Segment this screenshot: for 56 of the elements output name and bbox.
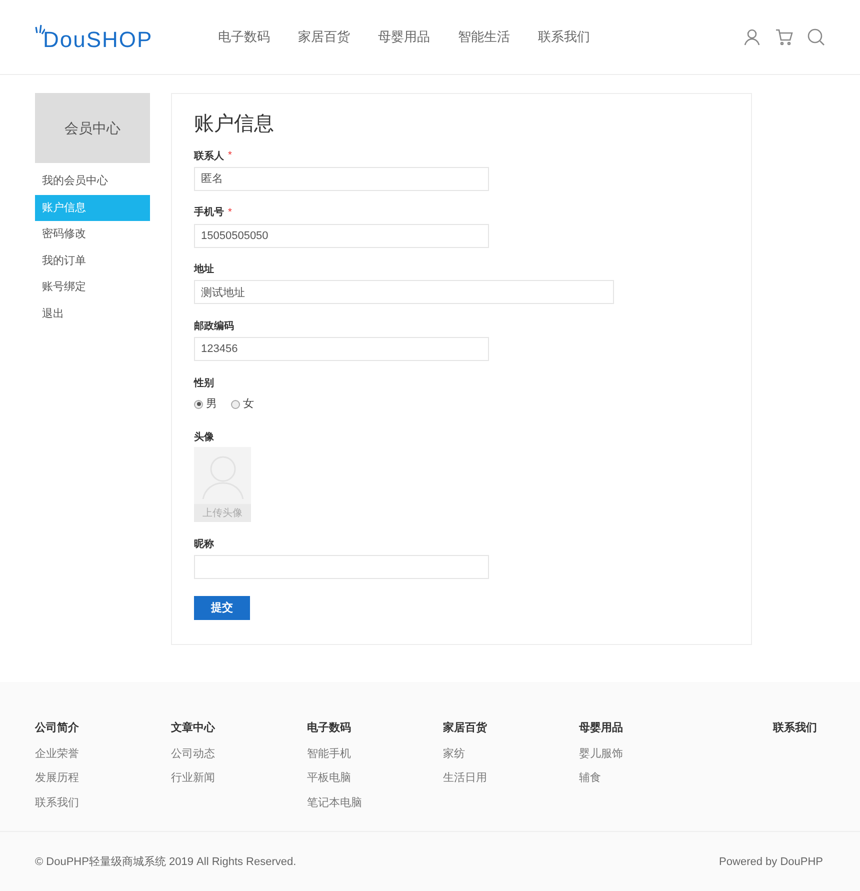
- input-field[interactable]: 测试地址: [194, 280, 614, 304]
- footer-heading: 公司简介: [35, 720, 80, 736]
- field-label: 昵称: [194, 538, 214, 552]
- required-mark: *: [228, 151, 232, 161]
- nav-link[interactable]: 智能生活: [458, 27, 510, 47]
- field-label: 性别: [194, 376, 214, 390]
- field-label: 头像: [194, 430, 214, 444]
- page-title: 账户信息: [194, 112, 275, 137]
- field-label: 联系人: [194, 150, 224, 164]
- nav-link[interactable]: 家居百货: [298, 27, 350, 47]
- footer-link[interactable]: 婴儿服饰: [579, 746, 715, 762]
- nav-link[interactable]: 联系我们: [538, 27, 590, 47]
- footer-heading: 电子数码: [307, 720, 352, 736]
- input-field[interactable]: [194, 555, 489, 579]
- field-label: 手机号: [194, 206, 224, 220]
- footer-link[interactable]: 笔记本电脑: [307, 794, 443, 811]
- cart-icon[interactable]: [775, 28, 793, 46]
- input-field[interactable]: 15050505050: [194, 224, 489, 248]
- footer-link[interactable]: 辅食: [579, 770, 715, 786]
- footer-heading: 家居百货: [443, 720, 488, 736]
- sidebar-item[interactable]: 我的订单: [35, 248, 150, 274]
- footer-link[interactable]: 公司动态: [171, 746, 307, 762]
- search-icon[interactable]: [807, 28, 825, 46]
- user-icon[interactable]: [743, 28, 761, 46]
- radio-option[interactable]: 男: [194, 396, 217, 412]
- footer-heading: 联系我们: [773, 720, 817, 736]
- radio-option[interactable]: 女: [231, 396, 254, 412]
- logo-icon: [35, 23, 45, 35]
- footer-heading: 母婴用品: [579, 721, 624, 736]
- logo[interactable]: DouSHOP: [43, 29, 153, 51]
- powered-by-text: Powered by DouPHP: [719, 855, 823, 870]
- input-field[interactable]: 匿名: [194, 166, 489, 190]
- radio-button[interactable]: [194, 400, 203, 408]
- field-label: 邮政编码: [194, 320, 234, 334]
- footer-link[interactable]: 企业荣誉: [35, 746, 171, 762]
- field-label: 地址: [194, 262, 214, 277]
- sidebar-title: 会员中心: [35, 93, 150, 163]
- footer-heading: 文章中心: [171, 720, 216, 736]
- footer-link[interactable]: 生活日用: [443, 770, 579, 786]
- footer-link[interactable]: 联系我们: [35, 794, 171, 811]
- sidebar-item[interactable]: 账号绑定: [35, 274, 150, 300]
- required-mark: *: [228, 208, 232, 218]
- footer-link[interactable]: 行业新闻: [171, 770, 307, 786]
- footer-link[interactable]: 智能手机: [307, 746, 443, 762]
- footer-link[interactable]: 发展历程: [35, 770, 171, 786]
- radio-button[interactable]: [231, 400, 240, 408]
- footer-link[interactable]: 平板电脑: [307, 770, 443, 786]
- sidebar-item[interactable]: 我的会员中心: [35, 168, 150, 194]
- footer-link[interactable]: 家纺: [443, 746, 579, 762]
- copyright-text: © DouPHP轻量级商城系统 2019 All Rights Reserved.: [35, 854, 296, 870]
- submit-button[interactable]: 提交: [194, 596, 250, 620]
- input-field[interactable]: 123456: [194, 337, 489, 361]
- sidebar-item[interactable]: 退出: [35, 300, 150, 327]
- nav-link[interactable]: 母婴用品: [378, 27, 430, 47]
- nav-link[interactable]: 电子数码: [218, 27, 270, 47]
- sidebar-item[interactable]: 密码修改: [35, 221, 150, 248]
